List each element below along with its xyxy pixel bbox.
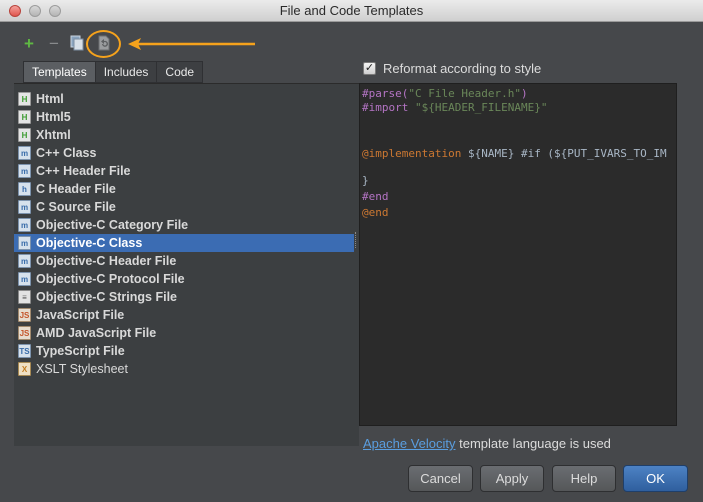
- typescript-file-icon: TS: [18, 344, 31, 358]
- list-item-label: Html: [36, 92, 64, 106]
- list-item-label: Xhtml: [36, 128, 71, 142]
- list-item-label: Objective-C Strings File: [36, 290, 178, 304]
- list-item[interactable]: X XSLT Stylesheet: [14, 360, 354, 378]
- code-token: #parse(: [362, 87, 409, 100]
- class-file-icon: m: [18, 272, 31, 286]
- tab-includes[interactable]: Includes: [94, 61, 157, 83]
- annotation-arrow: [128, 38, 255, 50]
- code-line: #parse("C File Header.h"): [362, 87, 528, 100]
- list-item[interactable]: JS AMD JavaScript File: [14, 324, 354, 342]
- code-token: #import: [362, 101, 415, 114]
- help-button[interactable]: Help: [552, 465, 616, 492]
- code-token: @implementation: [362, 147, 462, 160]
- template-list[interactable]: H Html H Html5 H Xhtml m C++ Class m C++…: [14, 83, 359, 446]
- splitter-handle[interactable]: [355, 232, 358, 248]
- code-line: @end: [362, 206, 389, 219]
- list-item-label: JavaScript File: [36, 308, 125, 322]
- code-line: @implementation ${NAME} #if (${PUT_IVARS…: [362, 147, 667, 160]
- class-file-icon: m: [18, 254, 31, 268]
- text-file-icon: ≡: [18, 290, 31, 304]
- template-code-editor[interactable]: #parse("C File Header.h") #import "${HEA…: [359, 83, 677, 426]
- ok-button[interactable]: OK: [623, 465, 688, 492]
- html-file-icon: H: [18, 92, 31, 106]
- code-token: ${NAME} #if (${PUT_IVARS_TO_IM: [461, 147, 667, 160]
- html-file-icon: H: [18, 110, 31, 124]
- list-item[interactable]: H Html5: [14, 108, 354, 126]
- list-item[interactable]: m C++ Class: [14, 144, 354, 162]
- code-line: #end: [362, 190, 389, 203]
- tab-templates[interactable]: Templates: [23, 61, 95, 83]
- list-item-label: TypeScript File: [36, 344, 125, 358]
- list-item-label: Objective-C Protocol File: [36, 272, 185, 286]
- list-item-label: Objective-C Header File: [36, 254, 177, 268]
- template-language-note: Apache Velocity template language is use…: [363, 436, 611, 451]
- code-token: ): [520, 87, 528, 100]
- list-item[interactable]: m Objective-C Protocol File: [14, 270, 354, 288]
- code-token: "C File Header.h": [408, 87, 521, 100]
- apache-velocity-link[interactable]: Apache Velocity: [363, 436, 456, 451]
- window-title: File and Code Templates: [279, 3, 424, 18]
- list-item-label: Html5: [36, 110, 71, 124]
- code-token: "${HEADER_FILENAME}": [414, 101, 548, 114]
- javascript-file-icon: JS: [18, 308, 31, 322]
- list-item[interactable]: ≡ Objective-C Strings File: [14, 288, 354, 306]
- c-file-icon: m: [18, 200, 31, 214]
- annotation-circle: [86, 30, 121, 58]
- list-item[interactable]: m Objective-C Category File: [14, 216, 354, 234]
- list-item-label: AMD JavaScript File: [36, 326, 157, 340]
- html-file-icon: H: [18, 128, 31, 142]
- list-item-label: C Source File: [36, 200, 116, 214]
- reformat-label: Reformat according to style: [383, 61, 542, 76]
- class-file-icon: m: [18, 218, 31, 232]
- list-item[interactable]: h C Header File: [14, 180, 354, 198]
- class-file-icon: m: [18, 236, 31, 250]
- reformat-checkbox[interactable]: ✓: [363, 62, 376, 75]
- list-item[interactable]: TS TypeScript File: [14, 342, 354, 360]
- list-item-label: Objective-C Class: [36, 236, 143, 250]
- list-item[interactable]: H Xhtml: [14, 126, 354, 144]
- code-line: }: [362, 174, 369, 187]
- list-item-label: C++ Header File: [36, 164, 131, 178]
- apply-button[interactable]: Apply: [480, 465, 544, 492]
- list-item[interactable]: JS JavaScript File: [14, 306, 354, 324]
- javascript-file-icon: JS: [18, 326, 31, 340]
- xslt-file-icon: X: [18, 362, 31, 376]
- list-item-label: Objective-C Category File: [36, 218, 189, 232]
- cancel-button[interactable]: Cancel: [408, 465, 473, 492]
- list-item-selected[interactable]: m Objective-C Class: [14, 234, 354, 252]
- template-language-text: template language is used: [455, 436, 611, 451]
- tab-code[interactable]: Code: [156, 61, 204, 83]
- reformat-option[interactable]: ✓ Reformat according to style: [363, 61, 541, 76]
- list-item-label: XSLT Stylesheet: [36, 362, 128, 376]
- list-item-label: C++ Class: [36, 146, 97, 160]
- list-item[interactable]: m C Source File: [14, 198, 354, 216]
- template-tabs: Templates Includes Code: [23, 61, 204, 83]
- list-item-label: C Header File: [36, 182, 116, 196]
- list-item[interactable]: m Objective-C Header File: [14, 252, 354, 270]
- class-file-icon: m: [18, 164, 31, 178]
- minus-icon[interactable]: −: [45, 35, 63, 53]
- c-file-icon: h: [18, 182, 31, 196]
- plus-icon[interactable]: +: [20, 35, 38, 53]
- list-item[interactable]: H Html: [14, 90, 354, 108]
- code-line: #import "${HEADER_FILENAME}": [362, 101, 547, 114]
- class-file-icon: m: [18, 146, 31, 160]
- list-item[interactable]: m C++ Header File: [14, 162, 354, 180]
- title-bar: File and Code Templates: [0, 0, 703, 22]
- copy-template-icon[interactable]: [68, 35, 86, 53]
